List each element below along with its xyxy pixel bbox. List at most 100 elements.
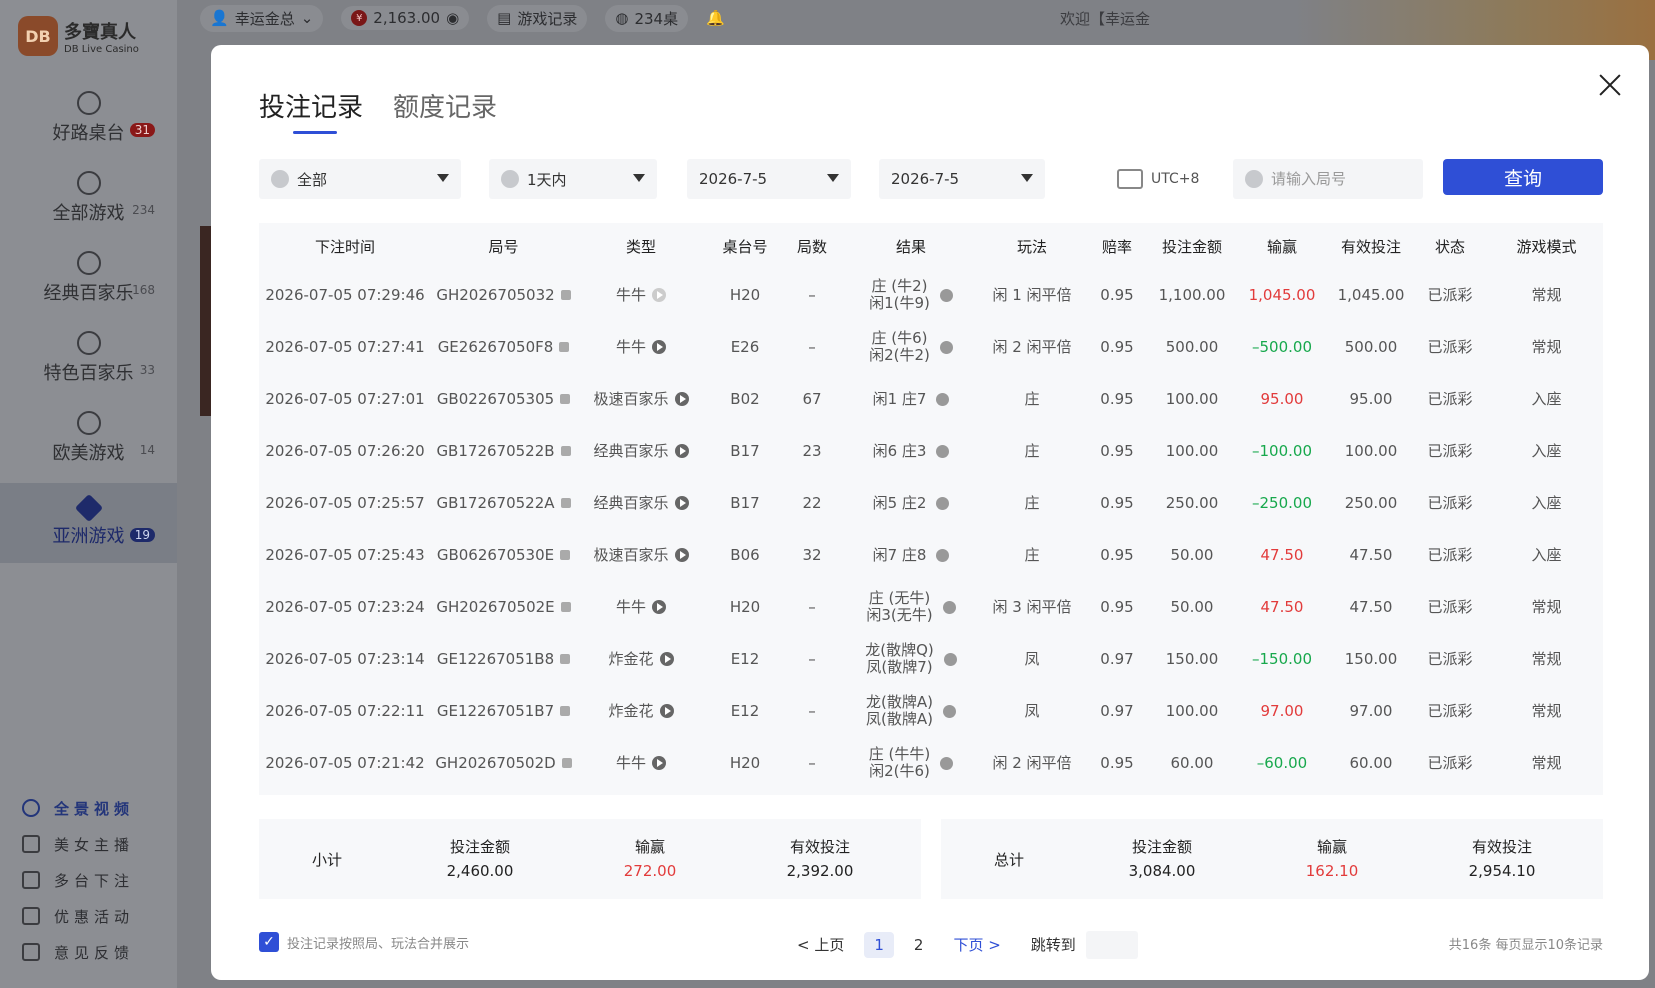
copy-icon[interactable] [560,706,571,716]
sidebar-item-asian-games[interactable]: 亚洲游戏 19 [0,483,177,563]
copy-icon[interactable] [560,394,571,404]
round-count: – [808,337,816,356]
result-line: 庄 (无牛) [868,589,931,607]
panorama-video-link[interactable]: 全景视频 [22,790,134,826]
tab-credit-records[interactable]: 额度记录 [393,87,497,124]
copy-icon[interactable] [559,342,570,352]
grid-icon [76,171,101,195]
replay-icon[interactable] [674,496,689,510]
period-select[interactable]: 1天内 [489,159,657,199]
replay-icon[interactable] [674,444,689,458]
win-loss: 95.00 [1260,389,1304,408]
timezone-picker[interactable]: UTC+8 [1117,159,1199,199]
calendar-icon [1117,169,1143,189]
table-number: B06 [730,545,760,564]
merge-checkbox[interactable]: ✓ [259,932,279,952]
round-number-input[interactable] [1271,170,1411,188]
jump-page-input[interactable] [1085,930,1138,959]
column-header: 类型 [625,237,656,256]
info-icon[interactable] [936,496,950,510]
bet-time: 2026-07-05 07:27:41 [265,337,425,356]
round-count: 22 [802,493,822,512]
copy-icon[interactable] [560,290,571,300]
sidebar-item-western-games[interactable]: 欧美游戏 14 [0,398,177,478]
bet-time: 2026-07-05 07:22:11 [265,701,425,720]
replay-icon[interactable] [659,704,674,718]
table-row[interactable]: 2026-07-05 07:29:46 GH2026705032 牛牛 H20 – 庄 (… [259,269,1603,321]
game-type-cell: 经典百家乐 [576,477,706,529]
info-icon[interactable] [936,444,950,458]
copy-icon[interactable] [560,498,571,508]
copy-icon[interactable] [561,758,572,768]
sidebar-item-special-baccarat[interactable]: 特色百家乐 33 [0,318,177,398]
round-cell: GB172670522A [431,477,576,529]
result-cell: 闲5 庄2 [840,477,982,529]
replay-icon[interactable] [652,600,666,614]
query-button[interactable]: 查询 [1443,159,1603,195]
table-row[interactable]: 2026-07-05 07:27:41 GE26267050F8 牛牛 E26 – 庄 (… [259,321,1603,373]
replay-icon[interactable] [652,756,666,770]
info-icon[interactable] [936,548,950,562]
feedback-link[interactable]: 意见反馈 [22,934,134,970]
bell-icon[interactable]: 🔔 [706,9,725,27]
result-line: 庄 (牛2) [871,277,928,295]
table-row[interactable]: 2026-07-05 07:23:24 GH202670502E 牛牛 H20 – 庄 (… [259,581,1603,633]
replay-icon[interactable] [652,340,666,354]
game-mode: 入座 [1531,493,1562,512]
result-cell: 龙(散牌Q) 凤(散牌7) [840,633,982,685]
table-row[interactable]: 2026-07-05 07:21:42 GH202670502D 牛牛 H20 – 庄 (… [259,737,1603,789]
bet-record-modal: 投注记录 额度记录 全部 1天内 2026-7-5 到 2026-7-5 UTC… [211,45,1649,980]
summary-col-label: 投注金额 [449,838,510,856]
replay-icon[interactable] [674,548,689,562]
subtotal-valid: 有效投注 2,392.00 [735,835,905,883]
close-icon[interactable] [1595,71,1625,101]
page-button-2[interactable]: 2 [904,932,934,958]
next-page-button[interactable]: 下页 > [943,930,1010,959]
odds: 0.95 [1100,389,1134,408]
logo[interactable]: DB 多寶真人 DB Live Casino [18,16,139,56]
copy-icon[interactable] [560,654,571,664]
tables-count[interactable]: ◍ 234桌 [605,4,689,32]
info-icon[interactable] [942,600,956,614]
game-type: 牛牛 [615,285,646,304]
copy-icon[interactable] [560,550,571,560]
copy-icon[interactable] [560,446,571,456]
info-icon[interactable] [939,340,953,354]
anchor-link[interactable]: 美女主播 [22,826,134,862]
round-count: 32 [802,545,822,564]
table-row[interactable]: 2026-07-05 07:27:01 GB0226705305 极速百家乐 B02 6… [259,373,1603,425]
replay-icon[interactable] [659,652,674,666]
table-body: 2026-07-05 07:29:46 GH2026705032 牛牛 H20 – 庄 (… [259,269,1603,789]
sidebar-item-all-games[interactable]: 全部游戏 234 [0,158,177,238]
prev-page-button[interactable]: < 上页 [787,930,854,959]
subtotal-amount: 投注金额 2,460.00 [395,835,565,883]
game-record-button[interactable]: ▤ 游戏记录 [487,4,588,32]
game-type-select[interactable]: 全部 [259,159,461,199]
replay-icon[interactable] [674,392,689,406]
tab-bet-records[interactable]: 投注记录 [259,87,363,134]
page-button-1[interactable]: 1 [864,931,894,958]
table-row[interactable]: 2026-07-05 07:26:20 GB172670522B 经典百家乐 B17 2… [259,425,1603,477]
promotions-link[interactable]: 优惠活动 [22,898,134,934]
play-type: 庄 [1024,389,1040,408]
table-row[interactable]: 2026-07-05 07:25:57 GB172670522A 经典百家乐 B17 2… [259,477,1603,529]
date-to-select[interactable]: 2026-7-5 [879,159,1045,199]
info-icon[interactable] [942,704,956,718]
sidebar-item-good-road[interactable]: 好路桌台 31 [0,78,177,158]
table-footer: ✓ 投注记录按照局、玩法合并展示 < 上页 1 2 下页 > 跳转到 共16条 … [259,930,1603,962]
balance-pill[interactable]: ¥2,163.00 ◉ [341,6,470,30]
replay-icon[interactable] [652,288,666,302]
play-type: 庄 [1024,545,1040,564]
sidebar-item-classic-baccarat[interactable]: 经典百家乐 168 [0,238,177,318]
date-from-select[interactable]: 2026-7-5 [687,159,851,199]
info-icon[interactable] [939,288,953,302]
info-icon[interactable] [943,652,957,666]
multi-bet-link[interactable]: 多台下注 [22,862,134,898]
table-row[interactable]: 2026-07-05 07:23:14 GE12267051B8 炸金花 E12 – 龙(… [259,633,1603,685]
user-pill[interactable]: 👤 幸运金总 ⌄ [200,4,324,32]
copy-icon[interactable] [560,602,571,612]
table-row[interactable]: 2026-07-05 07:22:11 GE12267051B7 炸金花 E12 – 龙(… [259,685,1603,737]
info-icon[interactable] [940,756,954,770]
info-icon[interactable] [936,392,950,406]
table-row[interactable]: 2026-07-05 07:25:43 GB062670530E 极速百家乐 B06 3… [259,529,1603,581]
